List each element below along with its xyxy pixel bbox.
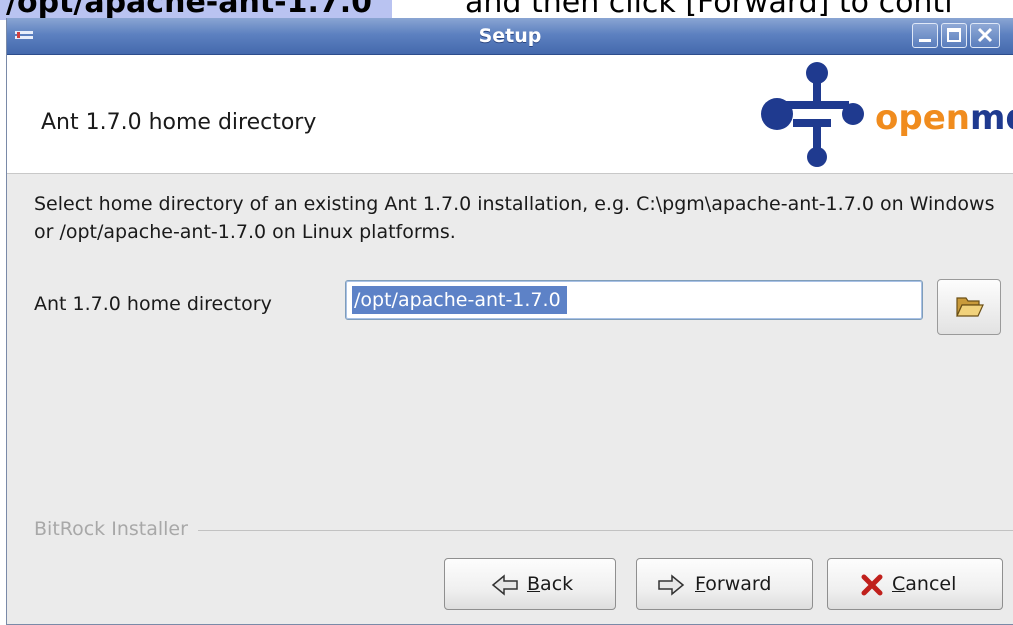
- cancel-mnemonic: C: [892, 573, 906, 595]
- installer-brand: BitRock Installer: [34, 518, 198, 540]
- minimize-icon: [919, 39, 931, 42]
- cancel-x-icon: [861, 574, 883, 596]
- highlighted-path-text: /opt/apache-ant-1.7.0: [0, 0, 393, 20]
- minimize-button[interactable]: [912, 23, 938, 48]
- installer-brand-separator: BitRock Installer: [34, 518, 1013, 542]
- forward-mnemonic: F: [695, 573, 706, 595]
- maximize-button[interactable]: [941, 23, 967, 48]
- page-header: Ant 1.7.0 home directory openmdx: [7, 55, 1013, 174]
- home-directory-value: /opt/apache-ant-1.7.0: [352, 286, 567, 314]
- cancel-label: ancel: [905, 573, 957, 595]
- title-bar[interactable]: Setup: [7, 18, 1013, 55]
- instruction-description: Select home directory of an existing Ant…: [34, 193, 995, 243]
- back-mnemonic: B: [527, 573, 541, 595]
- arrow-left-icon: [491, 574, 518, 596]
- page-title: Ant 1.7.0 home directory: [41, 110, 317, 135]
- close-button[interactable]: [970, 23, 1000, 48]
- cancel-button[interactable]: Cancel: [827, 558, 1003, 610]
- forward-button[interactable]: Forward: [636, 558, 813, 610]
- maximize-icon: [947, 28, 961, 42]
- folder-open-icon: [956, 297, 984, 317]
- window-title: Setup: [478, 25, 542, 47]
- home-directory-label: Ant 1.7.0 home directory: [34, 293, 272, 315]
- back-label: ack: [540, 573, 574, 595]
- setup-window: Setup Ant 1.7.0 home directory openmdx: [6, 18, 1013, 625]
- home-directory-input[interactable]: /opt/apache-ant-1.7.0: [345, 280, 923, 320]
- svg-text:openmdx: openmdx: [875, 98, 1013, 138]
- openmdx-logo: openmdx: [761, 62, 1013, 167]
- back-button[interactable]: Back: [444, 558, 616, 610]
- instruction-text: and then click [Forward] to conti: [465, 0, 953, 20]
- close-icon: [977, 27, 993, 43]
- forward-label: orward: [705, 573, 772, 595]
- browse-button[interactable]: [937, 279, 1001, 335]
- arrow-right-icon: [658, 574, 685, 596]
